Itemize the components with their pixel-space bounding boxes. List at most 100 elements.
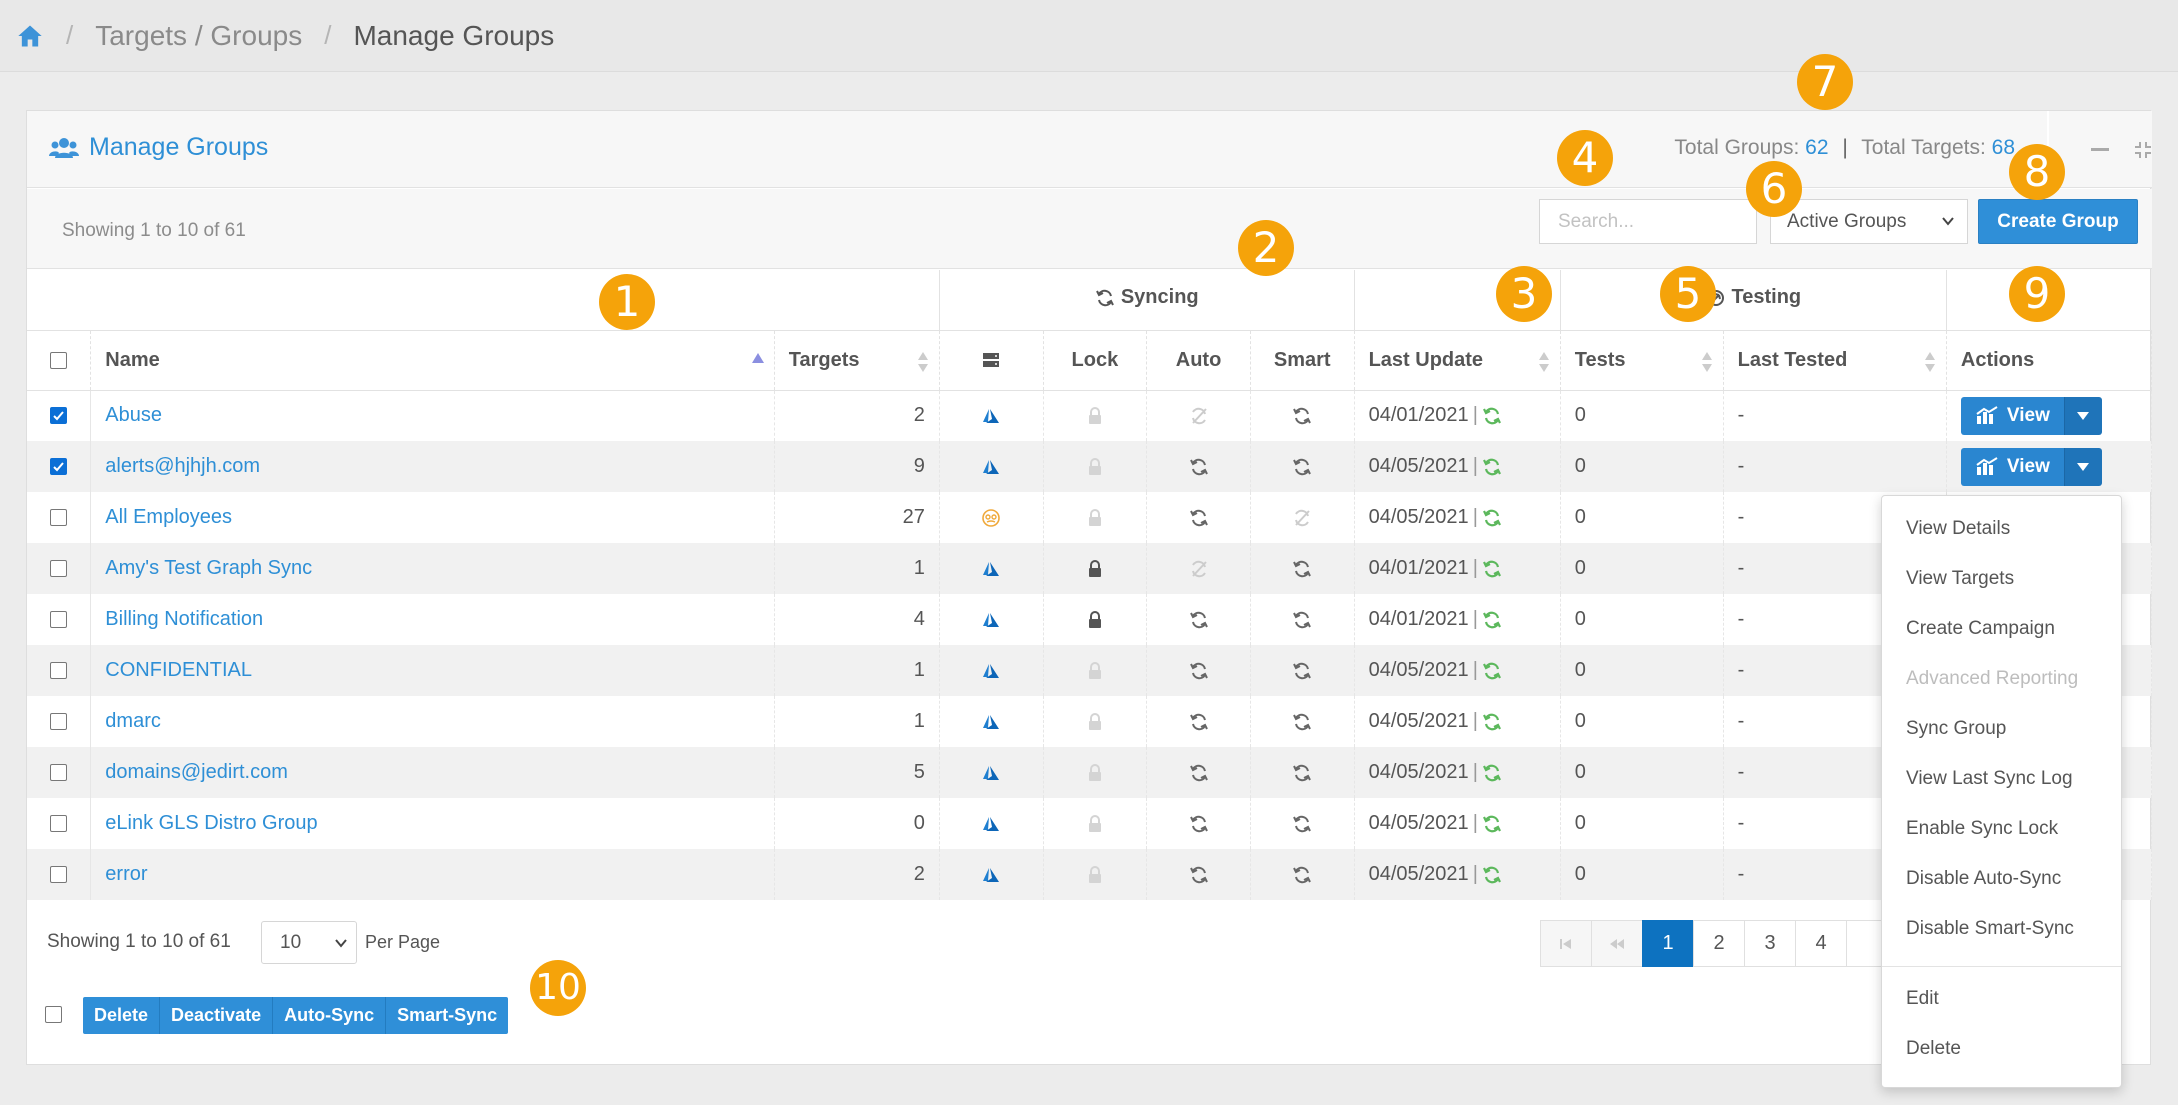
group-name-link[interactable]: dmarc <box>90 696 775 747</box>
row-checkbox[interactable] <box>50 611 68 629</box>
sync-now-icon[interactable] <box>1482 712 1502 732</box>
sync-now-icon[interactable] <box>1482 763 1502 783</box>
prev-page-button[interactable] <box>1591 920 1643 967</box>
collapse-icon[interactable] <box>2133 140 2153 160</box>
group-name-link[interactable]: CONFIDENTIAL <box>90 645 775 696</box>
sync-now-icon[interactable] <box>1482 406 1502 426</box>
row-checkbox[interactable] <box>50 713 68 731</box>
group-name-link[interactable]: Abuse <box>90 390 775 441</box>
row-checkbox[interactable] <box>50 662 68 680</box>
group-name-link[interactable]: Amy's Test Graph Sync <box>90 543 775 594</box>
sync-now-icon[interactable] <box>1482 865 1502 885</box>
bulk-auto-sync-button[interactable]: Auto-Sync <box>273 997 387 1034</box>
menu-disable-auto-sync[interactable]: Disable Auto-Sync <box>1906 868 2061 890</box>
minimize-icon[interactable] <box>2091 148 2109 151</box>
unlock-icon[interactable] <box>1085 761 1105 783</box>
menu-edit[interactable]: Edit <box>1906 988 1939 1010</box>
smart-sync-icon[interactable] <box>1292 761 1312 783</box>
header-targets[interactable]: Targets <box>774 330 940 391</box>
sync-now-icon[interactable] <box>1482 457 1502 477</box>
group-name-link[interactable]: Billing Notification <box>90 594 775 645</box>
menu-view-targets[interactable]: View Targets <box>1906 568 2014 590</box>
lock-icon[interactable] <box>1085 557 1105 579</box>
page-2-button[interactable]: 2 <box>1693 920 1745 967</box>
menu-enable-sync-lock[interactable]: Enable Sync Lock <box>1906 818 2058 840</box>
smart-sync-icon[interactable] <box>1292 710 1312 732</box>
unlock-icon[interactable] <box>1085 812 1105 834</box>
auto-sync-icon[interactable] <box>1189 506 1209 528</box>
menu-delete[interactable]: Delete <box>1906 1038 1961 1060</box>
unlock-icon[interactable] <box>1085 659 1105 681</box>
create-group-button[interactable]: Create Group <box>1978 199 2138 244</box>
total-targets-value[interactable]: 68 <box>1992 136 2015 159</box>
group-name-link[interactable]: eLink GLS Distro Group <box>90 798 775 849</box>
view-dropdown-toggle[interactable] <box>2063 447 2102 486</box>
group-name-link[interactable]: All Employees <box>90 492 775 543</box>
auto-sync-icon[interactable] <box>1189 455 1209 477</box>
sync-now-icon[interactable] <box>1482 814 1502 834</box>
view-dropdown-toggle[interactable] <box>2063 396 2102 435</box>
menu-sync-group[interactable]: Sync Group <box>1906 718 2006 740</box>
smart-sync-icon[interactable] <box>1292 455 1312 477</box>
row-checkbox[interactable] <box>50 764 68 782</box>
group-filter-select[interactable]: Active Groups <box>1770 199 1968 244</box>
auto-sync-icon[interactable] <box>1189 659 1209 681</box>
unlock-icon[interactable] <box>1085 455 1105 477</box>
bulk-delete-button[interactable]: Delete <box>83 997 161 1034</box>
smart-sync-icon[interactable] <box>1292 557 1312 579</box>
menu-create-campaign[interactable]: Create Campaign <box>1906 618 2055 640</box>
header-name[interactable]: Name <box>90 330 775 391</box>
smart-sync-icon[interactable] <box>1292 404 1312 426</box>
per-page-select[interactable]: 10 <box>261 921 357 964</box>
smart-sync-icon[interactable] <box>1292 608 1312 630</box>
group-name-link[interactable]: error <box>90 849 775 900</box>
header-last-tested[interactable]: Last Tested <box>1723 330 1947 391</box>
sync-now-icon[interactable] <box>1482 508 1502 528</box>
unlock-icon[interactable] <box>1085 710 1105 732</box>
row-checkbox[interactable] <box>50 458 68 476</box>
sync-now-icon[interactable] <box>1482 661 1502 681</box>
auto-sync-off-icon[interactable] <box>1189 557 1209 579</box>
unlock-icon[interactable] <box>1085 506 1105 528</box>
auto-sync-off-icon[interactable] <box>1189 404 1209 426</box>
view-button[interactable]: View <box>1960 447 2064 486</box>
row-checkbox[interactable] <box>50 509 68 527</box>
auto-sync-icon[interactable] <box>1189 863 1209 885</box>
unlock-icon[interactable] <box>1085 404 1105 426</box>
lock-icon[interactable] <box>1085 608 1105 630</box>
select-all-checkbox[interactable] <box>50 351 68 369</box>
row-checkbox[interactable] <box>50 407 68 425</box>
page-4-button[interactable]: 4 <box>1795 920 1847 967</box>
smart-sync-off-icon[interactable] <box>1292 506 1312 528</box>
first-page-button[interactable] <box>1540 920 1592 967</box>
unlock-icon[interactable] <box>1085 863 1105 885</box>
auto-sync-icon[interactable] <box>1189 812 1209 834</box>
bulk-select-checkbox[interactable] <box>45 1006 62 1023</box>
group-name-link[interactable]: domains@jedirt.com <box>90 747 775 798</box>
smart-sync-icon[interactable] <box>1292 812 1312 834</box>
auto-sync-icon[interactable] <box>1189 710 1209 732</box>
bulk-deactivate-button[interactable]: Deactivate <box>160 997 274 1034</box>
auto-sync-icon[interactable] <box>1189 761 1209 783</box>
home-icon[interactable] <box>16 22 44 50</box>
view-button[interactable]: View <box>1960 396 2064 435</box>
smart-sync-icon[interactable] <box>1292 863 1312 885</box>
sync-now-icon[interactable] <box>1482 559 1502 579</box>
auto-sync-icon[interactable] <box>1189 608 1209 630</box>
sync-now-icon[interactable] <box>1482 610 1502 630</box>
menu-view-details[interactable]: View Details <box>1906 518 2010 540</box>
menu-view-last-sync-log[interactable]: View Last Sync Log <box>1906 768 2073 790</box>
bulk-smart-sync-button[interactable]: Smart-Sync <box>386 997 509 1034</box>
page-1-button[interactable]: 1 <box>1642 920 1694 967</box>
total-groups-value[interactable]: 62 <box>1805 136 1828 159</box>
row-checkbox[interactable] <box>50 866 68 884</box>
menu-disable-smart-sync[interactable]: Disable Smart-Sync <box>1906 918 2074 940</box>
row-checkbox[interactable] <box>50 560 68 578</box>
header-last-update[interactable]: Last Update <box>1354 330 1561 391</box>
smart-sync-icon[interactable] <box>1292 659 1312 681</box>
row-checkbox[interactable] <box>50 815 68 833</box>
breadcrumb-targets-groups[interactable]: Targets / Groups <box>95 20 302 52</box>
search-input[interactable] <box>1539 199 1757 244</box>
group-name-link[interactable]: alerts@hjhjh.com <box>90 441 775 492</box>
header-tests[interactable]: Tests <box>1560 330 1724 391</box>
